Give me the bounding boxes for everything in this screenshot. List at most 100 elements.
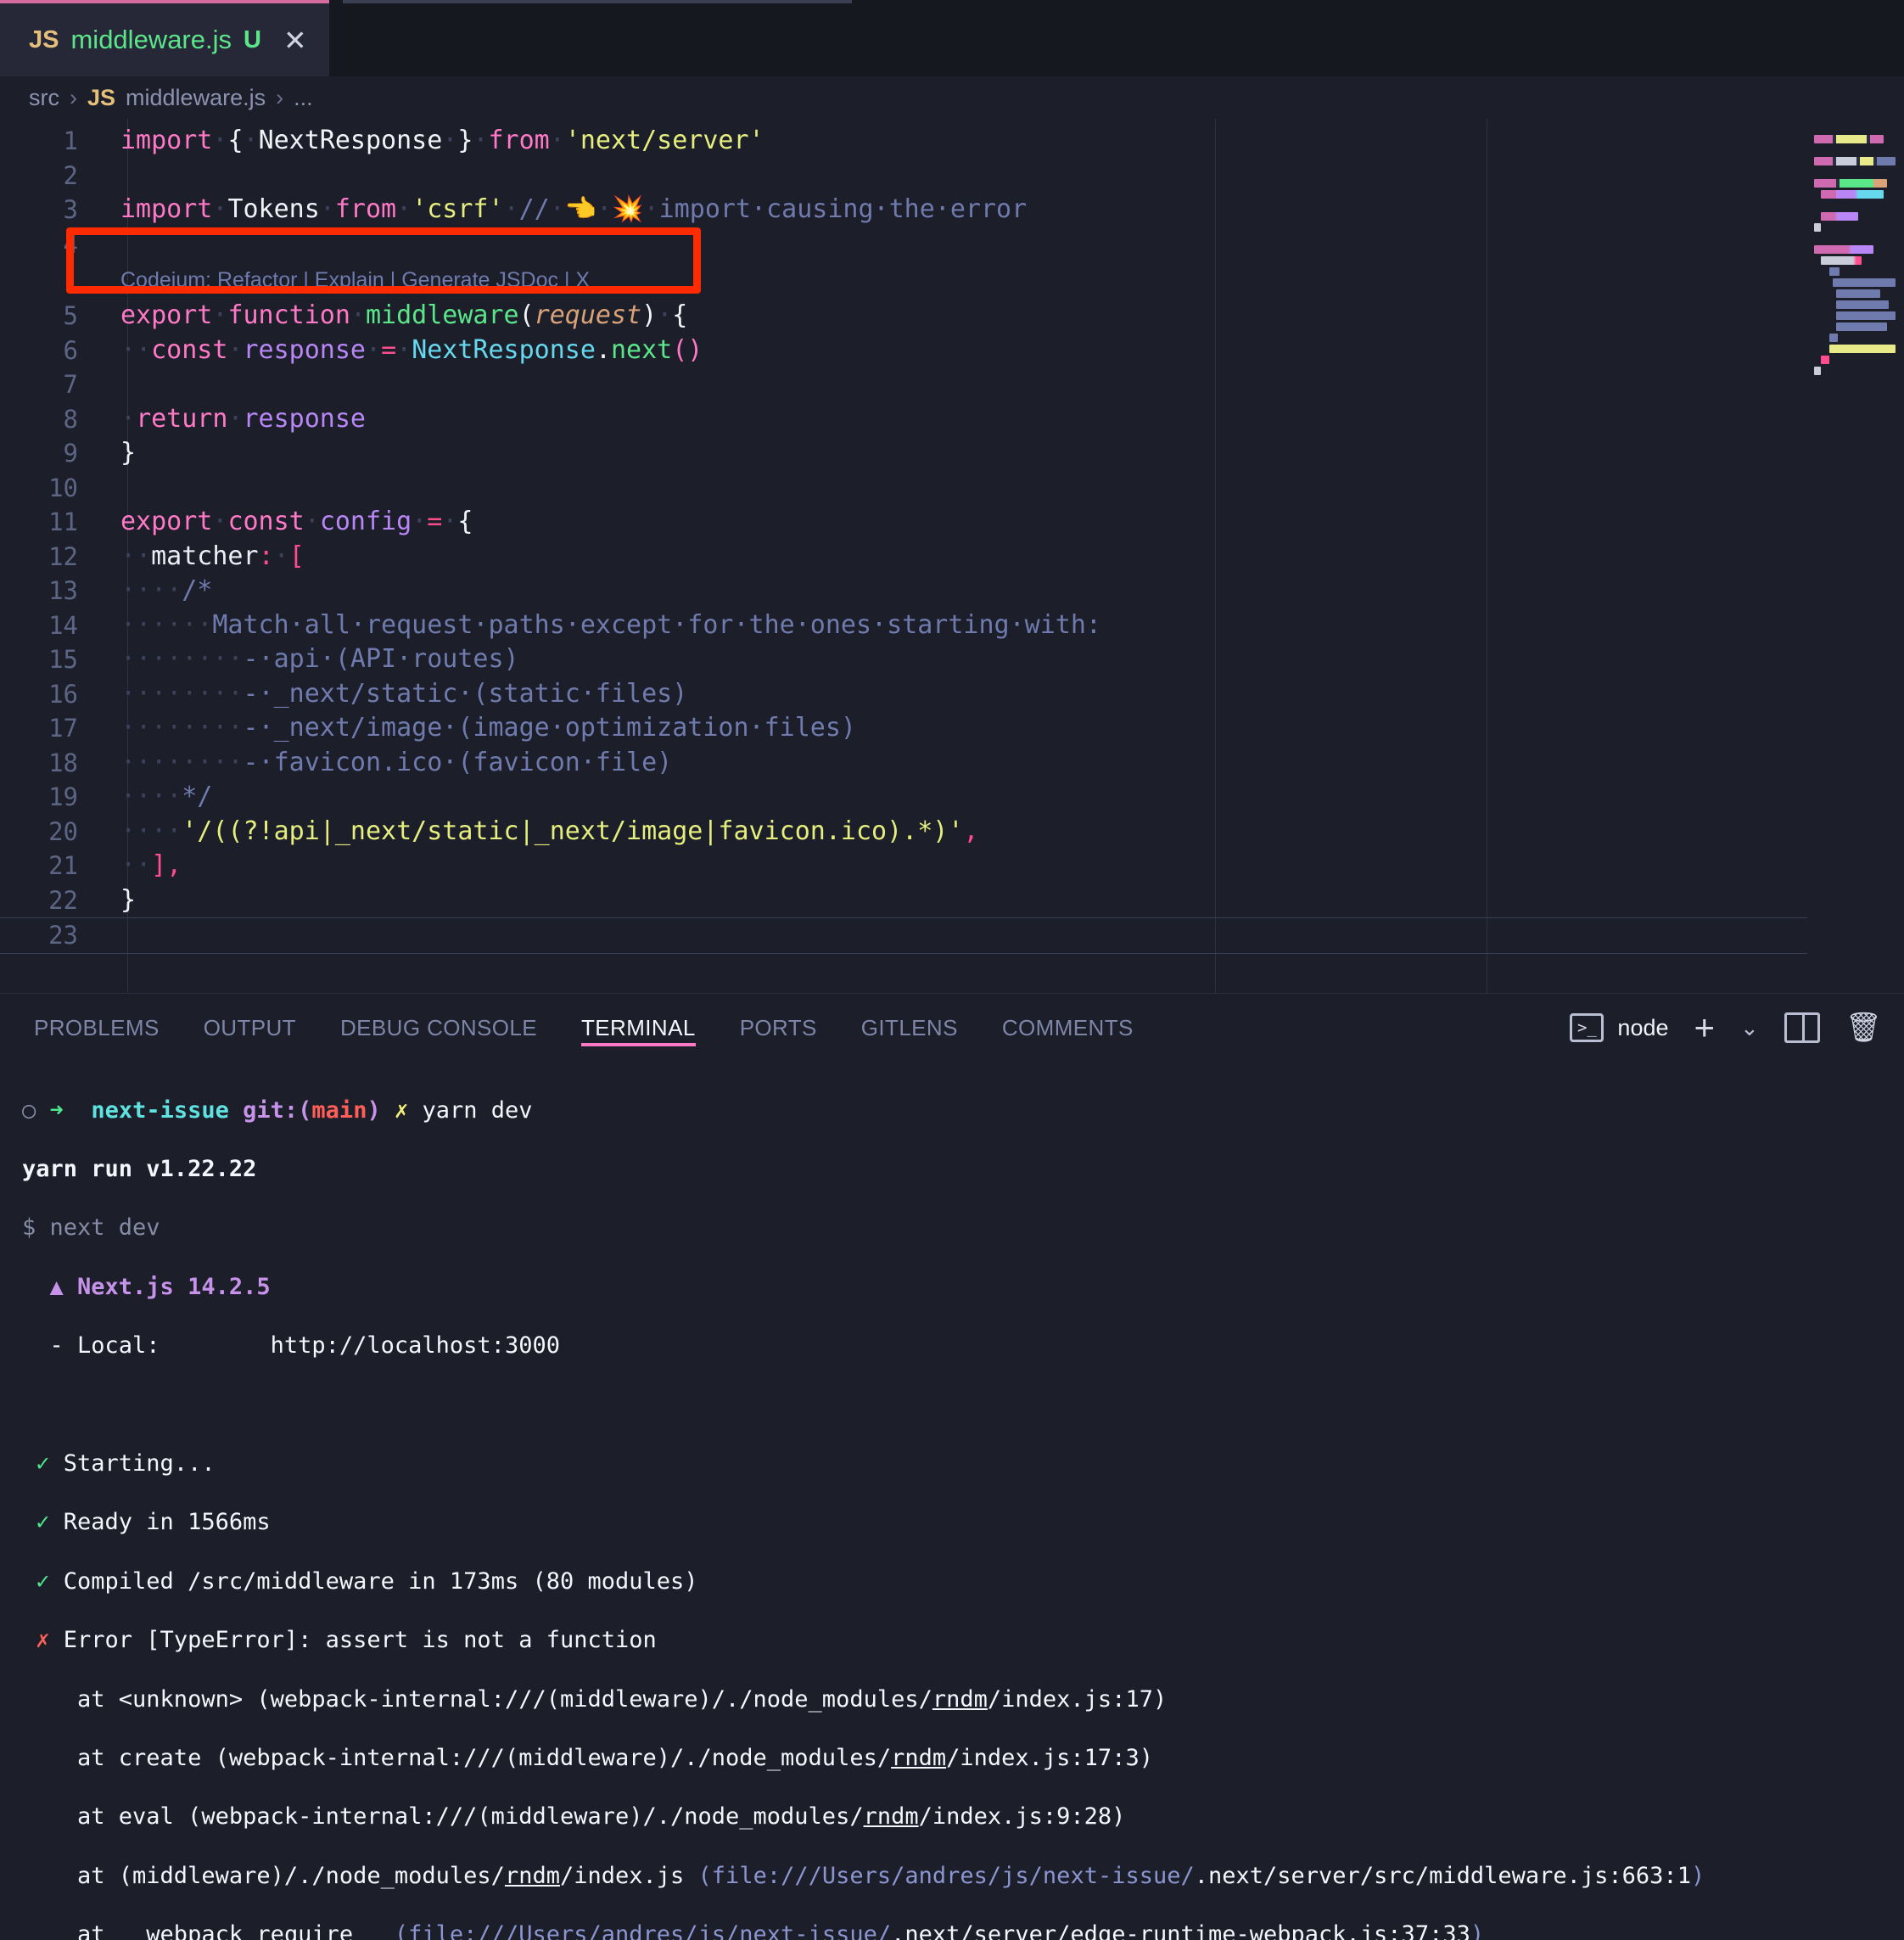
breadcrumb-separator-icon: › [276, 84, 284, 110]
line-number: 4 [63, 229, 78, 259]
line-number: 16 [48, 679, 78, 709]
code-line[interactable]: 13 ····/* [0, 574, 1904, 608]
line-content[interactable]: ········-·favicon.ico·(favicon·file) [102, 746, 1904, 781]
line-number: 6 [63, 335, 78, 365]
line-number: 8 [63, 404, 78, 434]
line-content[interactable]: } [102, 883, 1904, 918]
terminal-line: yarn run v1.22.22 [22, 1155, 1904, 1185]
line-number: 10 [48, 473, 78, 502]
code-line[interactable]: 10 [0, 471, 1904, 506]
line-content[interactable]: import·Tokens·from·'csrf'·//·👈·💥·import·… [102, 193, 1904, 227]
tab-comments[interactable]: COMMENTS [1002, 994, 1134, 1062]
terminal-line: - Local: http://localhost:3000 [22, 1332, 1904, 1361]
code-line-current[interactable]: 23 [0, 917, 1904, 954]
line-content[interactable]: ····/* [102, 574, 1904, 608]
code-line[interactable]: 2 [0, 159, 1904, 193]
breadcrumb-src[interactable]: src [29, 85, 59, 111]
code-line[interactable]: 12 ··matcher:·[ [0, 540, 1904, 575]
line-number: 7 [63, 370, 78, 399]
prompt-directory: next-issue [91, 1096, 229, 1124]
terminal-line-text: ▲ Next.js 14.2.5 [22, 1273, 271, 1300]
editor-tab-bar: JS middleware.js U ✕ [0, 0, 1904, 76]
line-content[interactable]: ··], [102, 849, 1904, 883]
line-number: 2 [63, 160, 78, 190]
code-line[interactable]: 1 import·{·NextResponse·}·from·'next/ser… [0, 124, 1904, 159]
terminal-output[interactable]: ○ ➜ next-issue git:(main) ✗ yarn dev yar… [0, 1062, 1904, 1940]
line-number: 17 [48, 714, 78, 743]
js-file-icon: JS [87, 84, 116, 110]
line-content[interactable]: ········-·_next/static·(static·files) [102, 677, 1904, 712]
panel-toolbar: >_ node + ⌄ 🗑 [1570, 1010, 1882, 1046]
window-top-strip [343, 0, 852, 3]
line-content[interactable]: ····'/((?!api|_next/static|_next/image|f… [102, 815, 1904, 849]
tab-ports[interactable]: PORTS [740, 994, 817, 1062]
tab-git-status: U [244, 25, 261, 53]
bottom-panel: PROBLEMS OUTPUT DEBUG CONSOLE TERMINAL P… [0, 993, 1904, 1940]
code-line[interactable]: 7 [0, 367, 1904, 402]
code-line[interactable]: 22 } [0, 883, 1904, 918]
code-line[interactable]: 19 ····*/ [0, 780, 1904, 815]
editor-tab-middleware-js[interactable]: JS middleware.js U ✕ [0, 0, 329, 76]
code-line[interactable]: 15 ········-·api·(API·routes) [0, 642, 1904, 677]
terminal-line-text: - Local: http://localhost:3000 [22, 1332, 560, 1360]
tab-debug-console[interactable]: DEBUG CONSOLE [340, 994, 537, 1062]
breadcrumb[interactable]: src › JS middleware.js › ... [0, 76, 1904, 119]
breadcrumb-ellipsis[interactable]: ... [294, 85, 313, 111]
code-line-error-import[interactable]: 3 import·Tokens·from·'csrf'·//·👈·💥·impor… [0, 193, 1904, 227]
tab-bar-empty-space [328, 0, 1904, 76]
line-content[interactable]: ········-·_next/image·(image·optimizatio… [102, 711, 1904, 746]
terminal-line-error: ✗ Error [TypeError]: assert is not a fun… [22, 1627, 657, 1654]
line-content[interactable]: } [102, 436, 1904, 471]
panel-header: PROBLEMS OUTPUT DEBUG CONSOLE TERMINAL P… [0, 994, 1904, 1062]
codeium-codelens[interactable]: Codeium: Refactor | Explain | Generate J… [0, 261, 1904, 299]
line-number: 14 [48, 610, 78, 640]
chevron-down-icon[interactable]: ⌄ [1740, 1015, 1759, 1041]
code-line[interactable]: 17 ········-·_next/image·(image·optimiza… [0, 711, 1904, 746]
line-number: 1 [63, 126, 78, 155]
line-content[interactable]: export·const·config·=·{ [102, 505, 1904, 540]
code-line[interactable]: 4 [0, 227, 1904, 262]
close-icon[interactable]: ✕ [283, 26, 307, 54]
line-number: 15 [48, 645, 78, 674]
prompt-git-close: ) [367, 1096, 381, 1124]
terminal-line: at __webpack_require__ (file:///Users/an… [22, 1921, 1485, 1940]
line-content[interactable]: import·{·NextResponse·}·from·'next/serve… [102, 124, 1904, 159]
line-content[interactable]: ··matcher:·[ [102, 540, 1904, 575]
line-content[interactable]: ········-·api·(API·routes) [102, 642, 1904, 677]
code-line[interactable]: 8 ·return·response [0, 402, 1904, 437]
code-line[interactable]: 5 export·function·middleware(request)·{ [0, 299, 1904, 334]
active-terminal-chip[interactable]: >_ node [1570, 1013, 1669, 1042]
tab-problems[interactable]: PROBLEMS [34, 994, 160, 1062]
prompt-bullet-icon: ○ [22, 1096, 36, 1124]
code-line[interactable]: 9 } [0, 436, 1904, 471]
code-line[interactable]: 20 ····'/((?!api|_next/static|_next/imag… [0, 815, 1904, 849]
code-lines[interactable]: 1 import·{·NextResponse·}·from·'next/ser… [0, 119, 1904, 954]
terminal-line-text: $ next dev [22, 1214, 160, 1242]
prompt-command: yarn dev [422, 1096, 533, 1124]
split-terminal-icon[interactable] [1784, 1012, 1820, 1043]
tab-terminal[interactable]: TERMINAL [581, 994, 696, 1062]
trash-icon[interactable]: 🗑 [1845, 1011, 1882, 1045]
breadcrumb-file[interactable]: middleware.js [126, 85, 266, 111]
new-terminal-icon[interactable]: + [1694, 1010, 1716, 1046]
editor-minimap[interactable] [1807, 119, 1904, 993]
codelens-label[interactable]: Codeium: Refactor | Explain | Generate J… [102, 268, 590, 293]
code-line[interactable]: 21 ··], [0, 849, 1904, 883]
code-line[interactable]: 14 ······Match·all·request·paths·except·… [0, 608, 1904, 643]
line-content[interactable]: ····*/ [102, 780, 1904, 815]
tab-gitlens[interactable]: GITLENS [861, 994, 958, 1062]
terminal-line: ✓ Compiled /src/middleware in 173ms (80 … [22, 1567, 698, 1595]
line-content[interactable]: export·function·middleware(request)·{ [102, 299, 1904, 334]
code-line[interactable]: 16 ········-·_next/static·(static·files) [0, 677, 1904, 712]
code-line[interactable]: 11 export·const·config·=·{ [0, 505, 1904, 540]
prompt-git-branch: main [311, 1096, 367, 1124]
code-line[interactable]: 18 ········-·favicon.ico·(favicon·file) [0, 746, 1904, 781]
terminal-line: at create (webpack-internal:///(middlewa… [22, 1745, 1153, 1771]
code-editor[interactable]: 1 import·{·NextResponse·}·from·'next/ser… [0, 119, 1904, 993]
line-content[interactable]: ··const·response·=·NextResponse.next() [102, 334, 1904, 368]
tab-output[interactable]: OUTPUT [204, 994, 296, 1062]
line-content[interactable]: ·return·response [102, 402, 1904, 437]
line-content[interactable]: ······Match·all·request·paths·except·for… [102, 608, 1904, 643]
code-line[interactable]: 6 ··const·response·=·NextResponse.next() [0, 334, 1904, 368]
